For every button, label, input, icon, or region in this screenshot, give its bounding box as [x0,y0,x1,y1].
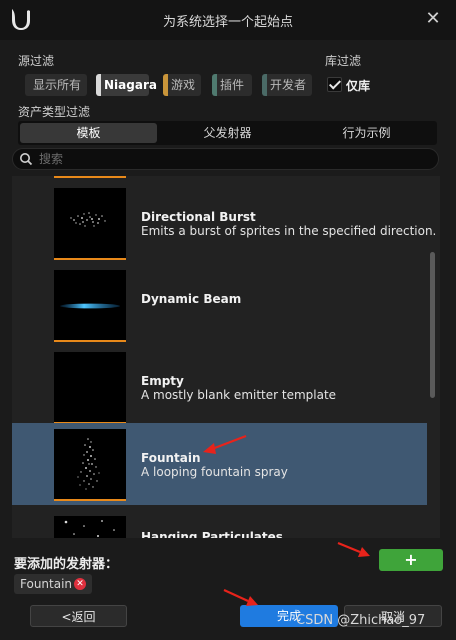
arrow-icon [203,434,370,606]
annotation-arrows [203,434,370,606]
